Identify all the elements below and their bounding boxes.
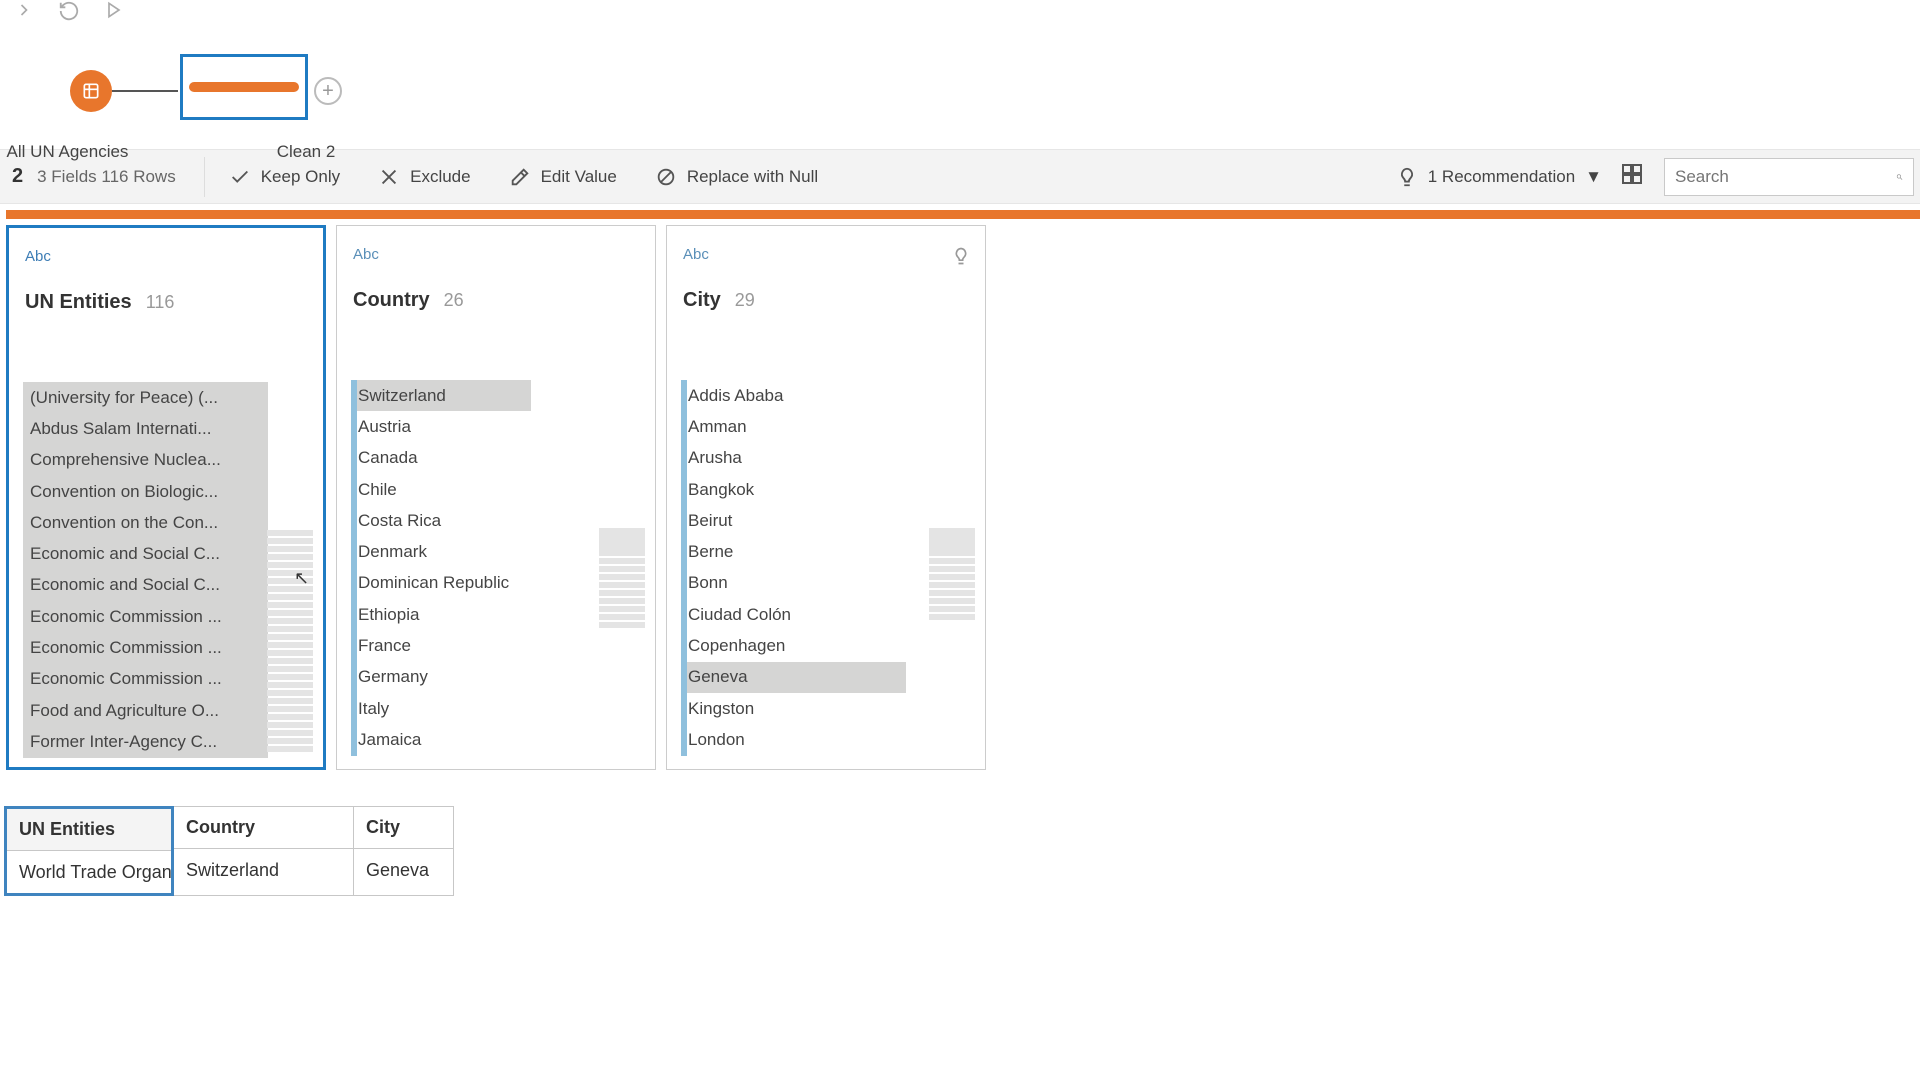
flow-add-step-button[interactable]: + (314, 77, 342, 105)
edit-icon (509, 166, 531, 188)
value-item[interactable]: Former Inter-Agency C... (23, 726, 268, 757)
grid-cell[interactable]: World Trade Organ (7, 851, 171, 893)
profile-card-un-entities[interactable]: Abc UN Entities 116 (University for Peac… (6, 225, 326, 770)
search-input[interactable] (1675, 167, 1896, 187)
edit-value-label: Edit Value (541, 167, 617, 187)
value-item[interactable]: Economic Commission ... (23, 664, 268, 695)
fields-rows-summary: 3 Fields 116 Rows (37, 157, 205, 197)
search-icon (1896, 167, 1903, 187)
grid-cell[interactable]: Switzerland (174, 849, 353, 891)
exclude-button[interactable]: Exclude (378, 166, 470, 188)
x-icon (378, 166, 400, 188)
value-item[interactable]: France (351, 630, 643, 661)
field-name: UN Entities (25, 291, 132, 314)
selection-count: 2 (6, 165, 37, 188)
chevron-down-icon: ▼ (1585, 167, 1602, 187)
data-grid: UN Entities World Trade Organ Country Sw… (4, 806, 1920, 896)
value-item[interactable]: Amman (681, 411, 973, 442)
grid-cell[interactable]: Geneva (354, 849, 453, 891)
check-icon (229, 166, 251, 188)
grid-view-icon (1620, 162, 1644, 186)
value-item[interactable]: Kingston (681, 693, 973, 724)
value-item[interactable]: Jamaica (351, 724, 643, 755)
value-item[interactable]: Economic and Social C... (23, 570, 268, 601)
profile-pane: Abc UN Entities 116 (University for Peac… (0, 219, 1920, 770)
grid-col-country[interactable]: Country Switzerland (174, 806, 354, 896)
profile-card-city[interactable]: Abc City 29 Addis Ababa Amman Arusha Ban… (666, 225, 986, 770)
value-item[interactable]: Economic Commission ... (23, 632, 268, 663)
flow-step-label: Clean 2 (242, 142, 370, 162)
value-item[interactable]: Austria (351, 411, 643, 442)
null-icon (655, 166, 677, 188)
recommendations-dropdown[interactable]: 1 Recommendation ▼ (1396, 166, 1602, 188)
value-item[interactable]: Convention on the Con... (23, 507, 268, 538)
run-icon[interactable] (104, 0, 124, 25)
flow-connector (112, 90, 178, 92)
bulb-icon[interactable] (951, 246, 971, 271)
field-type-label: Abc (683, 246, 969, 263)
field-type-label: Abc (353, 246, 639, 263)
profile-card-country[interactable]: Abc Country 26 Switzerland Austria Canad… (336, 225, 656, 770)
flow-clean-step[interactable] (180, 54, 308, 120)
value-item[interactable]: Germany (351, 662, 643, 693)
mini-scroll-map[interactable] (929, 528, 975, 622)
value-item[interactable]: Italy (351, 693, 643, 724)
field-type-label: Abc (25, 248, 307, 265)
forward-icon[interactable] (14, 0, 34, 25)
clean-step-bar (189, 82, 299, 92)
value-item[interactable]: Canada (351, 443, 643, 474)
replace-null-label: Replace with Null (687, 167, 818, 187)
edit-value-button[interactable]: Edit Value (509, 166, 617, 188)
field-count: 26 (444, 290, 464, 311)
field-name: Country (353, 289, 430, 312)
value-item[interactable]: London (681, 724, 973, 755)
value-item[interactable]: Abdus Salam Internati... (23, 413, 268, 444)
bulb-icon (1396, 166, 1418, 188)
value-item[interactable]: Chile (351, 474, 643, 505)
replace-null-button[interactable]: Replace with Null (655, 166, 818, 188)
field-count: 29 (735, 290, 755, 311)
keep-only-button[interactable]: Keep Only (229, 166, 340, 188)
search-box[interactable] (1664, 158, 1914, 196)
grid-col-un-entities[interactable]: UN Entities World Trade Organ (4, 806, 174, 896)
mini-scroll-map[interactable] (599, 528, 645, 630)
grid-header[interactable]: UN Entities (7, 809, 171, 851)
flow-source-node[interactable] (70, 70, 112, 112)
value-item[interactable]: Arusha (681, 443, 973, 474)
step-color-strip (6, 210, 1920, 219)
field-count: 116 (146, 292, 175, 313)
exclude-label: Exclude (410, 167, 470, 187)
mini-scroll-map[interactable] (267, 530, 313, 754)
flow-canvas: + All UN Agencies Clean 2 (0, 24, 1920, 149)
value-item[interactable]: Bangkok (681, 474, 973, 505)
value-item[interactable]: Economic Commission ... (23, 601, 268, 632)
refresh-icon[interactable] (58, 0, 80, 27)
grid-header[interactable]: Country (174, 807, 353, 849)
value-item[interactable]: Copenhagen (681, 630, 973, 661)
value-item[interactable]: Convention on Biologic... (23, 476, 268, 507)
value-item[interactable]: Switzerland (351, 380, 643, 411)
value-item[interactable]: Comprehensive Nuclea... (23, 445, 268, 476)
app-top-strip (0, 0, 1920, 24)
field-name: City (683, 289, 721, 312)
grid-header[interactable]: City (354, 807, 453, 849)
value-item[interactable]: Food and Agriculture O... (23, 695, 268, 726)
value-item[interactable]: Economic and Social C... (23, 538, 268, 569)
value-item[interactable]: Addis Ababa (681, 380, 973, 411)
value-item[interactable]: (University for Peace) (... (23, 382, 268, 413)
grid-col-city[interactable]: City Geneva (354, 806, 454, 896)
view-toggle-button[interactable] (1620, 162, 1644, 191)
value-item[interactable]: Geneva (681, 662, 973, 693)
keep-only-label: Keep Only (261, 167, 340, 187)
recommendations-label: 1 Recommendation (1428, 167, 1575, 187)
flow-source-label: All UN Agencies (0, 142, 135, 162)
